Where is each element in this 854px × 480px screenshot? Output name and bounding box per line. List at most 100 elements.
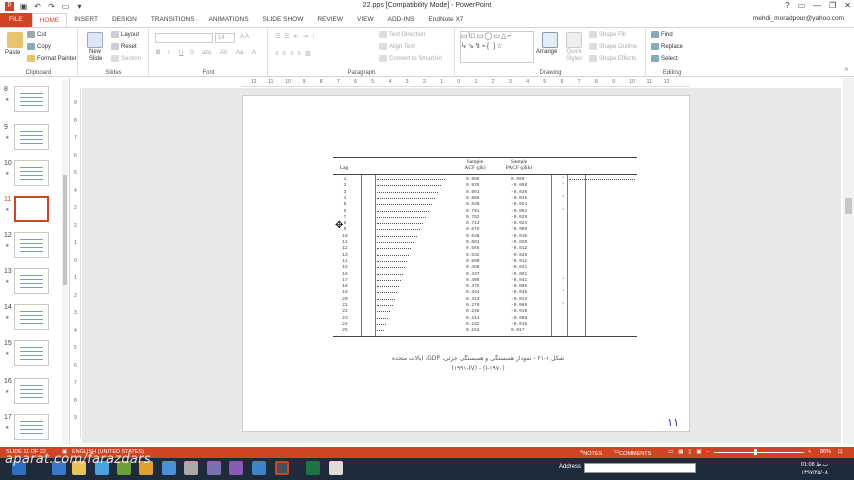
tab-home[interactable]: HOME <box>31 13 68 27</box>
minimize-button[interactable]: — <box>813 0 821 12</box>
tab-file[interactable]: FILE <box>0 13 32 27</box>
new-slide-icon[interactable] <box>87 32 103 48</box>
app-icon-4[interactable] <box>162 461 176 475</box>
tab-view[interactable]: VIEW <box>350 13 381 27</box>
slide-thumbnail-image[interactable] <box>14 304 49 330</box>
acf-pacf-figure[interactable]: Lag Sample ACF (ρ̂k) Sample PACF (ρ̂kk) … <box>333 157 637 337</box>
tab-add-ins[interactable]: ADD-INS <box>381 13 422 27</box>
italic-button[interactable]: I <box>168 50 170 56</box>
align-buttons[interactable]: ≡≡≡≡▥ <box>275 50 315 57</box>
app-icon-5[interactable] <box>184 461 198 475</box>
zoom-out-button[interactable]: − <box>706 449 709 455</box>
tab-slide-show[interactable]: SLIDE SHOW <box>256 13 311 27</box>
slide-thumbnail-image[interactable] <box>14 414 49 440</box>
shape-effects-button[interactable]: Shape Effects <box>589 55 636 62</box>
slide-thumbnail-image[interactable] <box>14 378 49 404</box>
slide-thumbnail[interactable]: 12 ★ <box>0 232 69 264</box>
find-button[interactable]: Find <box>651 31 673 38</box>
zoom-level[interactable]: 86% <box>820 449 831 455</box>
slide-thumbnail[interactable]: 8 ★ <box>0 86 69 118</box>
slide-thumbnail[interactable]: 9 ★ <box>0 124 69 156</box>
slide-thumbnail-image[interactable] <box>14 86 49 112</box>
slide-thumbnail-image[interactable] <box>14 196 49 222</box>
canvas-scroll-thumb[interactable] <box>845 198 852 214</box>
shadow-button[interactable]: S <box>190 50 194 56</box>
slide-thumbnail[interactable]: 16 ★ <box>0 378 69 410</box>
tab-insert[interactable]: INSERT <box>67 13 105 27</box>
select-button[interactable]: Select <box>651 55 678 62</box>
underline-button[interactable]: U <box>179 50 183 56</box>
align-text-button[interactable]: Align Text <box>379 43 415 50</box>
paste-button[interactable]: Paste <box>5 50 20 56</box>
view-buttons[interactable]: ▭▦▯▣ <box>668 449 707 455</box>
slide-thumbnail-image[interactable] <box>14 124 49 150</box>
quick-styles-icon[interactable] <box>566 32 582 48</box>
slide-thumbnail[interactable]: 17 ★ <box>0 414 69 444</box>
tab-endnote[interactable]: EndNote X7 <box>421 13 470 27</box>
tab-animations[interactable]: ANIMATIONS <box>202 13 256 27</box>
thumbnail-scrollbar[interactable] <box>62 80 68 444</box>
slide-thumbnail-image[interactable] <box>14 268 49 294</box>
copy-button[interactable]: Copy <box>27 43 51 50</box>
cut-button[interactable]: Cut <box>27 31 46 38</box>
address-input[interactable] <box>584 463 696 473</box>
layout-button[interactable]: Layout <box>111 31 139 38</box>
text-direction-button[interactable]: Text Direction <box>379 31 425 38</box>
fit-to-window-icon[interactable]: ⊡ <box>838 449 843 455</box>
zoom-slider-thumb[interactable] <box>754 449 757 455</box>
new-slide-button[interactable]: New Slide <box>89 49 109 63</box>
char-spacing-button[interactable]: AV <box>220 50 228 56</box>
section-button[interactable]: Section <box>111 55 141 62</box>
slide-thumbnail[interactable]: 15 ★ <box>0 340 69 372</box>
grow-font-icon[interactable]: A A <box>240 34 249 40</box>
app-icon-7[interactable] <box>329 461 343 475</box>
powerpoint-taskbar-icon[interactable] <box>275 461 289 475</box>
font-size-box[interactable]: 14 <box>215 33 235 43</box>
convert-smartart-button[interactable]: Convert to SmartArt <box>379 55 442 62</box>
paste-icon[interactable] <box>7 32 23 48</box>
slide-thumbnail[interactable]: 11 ★ <box>0 196 69 228</box>
notes-button[interactable]: ≡ NOTES <box>580 449 602 457</box>
visual-studio-icon[interactable] <box>229 461 243 475</box>
app-icon-6[interactable] <box>207 461 221 475</box>
bold-button[interactable]: B <box>156 50 160 56</box>
tab-design[interactable]: DESIGN <box>105 13 144 27</box>
ribbon-display-icon[interactable]: ▭ <box>798 0 806 12</box>
slide[interactable]: Lag Sample ACF (ρ̂k) Sample PACF (ρ̂kk) … <box>242 95 690 432</box>
collapse-ribbon-icon[interactable]: ^ <box>845 68 848 75</box>
font-color-button[interactable]: A <box>252 50 256 56</box>
slide-thumbnail-image[interactable] <box>14 232 49 258</box>
arrange-icon[interactable] <box>542 32 558 48</box>
thumbnail-scroll-thumb[interactable] <box>63 175 67 285</box>
help-button[interactable]: ? <box>785 0 789 12</box>
tab-transitions[interactable]: TRANSITIONS <box>144 13 202 27</box>
change-case-button[interactable]: Aa <box>236 50 243 56</box>
format-painter-button[interactable]: Format Painter <box>27 55 77 62</box>
font-name-box[interactable] <box>155 33 213 43</box>
shape-fill-button[interactable]: Shape Fill <box>589 31 626 38</box>
slide-thumbnail[interactable]: 13 ★ <box>0 268 69 300</box>
edge-icon[interactable] <box>252 461 266 475</box>
shape-outline-button[interactable]: Shape Outline <box>589 43 637 50</box>
restore-button[interactable]: ❐ <box>829 0 836 12</box>
slide-thumbnail-image[interactable] <box>14 160 49 186</box>
quick-styles-button[interactable]: Quick Styles <box>562 49 586 63</box>
comments-button[interactable]: ▭ COMMENTS <box>614 449 651 457</box>
list-buttons[interactable]: ☰☰⇤⇥↕ <box>275 33 319 40</box>
slide-thumbnail-image[interactable] <box>14 340 49 366</box>
system-clock[interactable]: 01:08 ب.ظ ۱۳۹۷/۲۵/۰۸ <box>801 461 828 477</box>
arrange-button[interactable]: Arrange <box>536 49 557 55</box>
slide-thumbnail[interactable]: 10 ★ <box>0 160 69 192</box>
excel-taskbar-icon[interactable] <box>306 461 320 475</box>
close-button[interactable]: ✕ <box>844 0 851 12</box>
reset-button[interactable]: Reset <box>111 43 137 50</box>
strikethrough-button[interactable]: abc <box>202 50 212 56</box>
shapes-gallery[interactable]: ▭\⃞▭◯▭△⌐ ↳⇘↯⌁{ }☆ <box>460 31 534 63</box>
account-name[interactable]: mehdi_moradpour@yahoo.com <box>753 15 844 22</box>
replace-button[interactable]: Replace <box>651 43 683 50</box>
zoom-slider[interactable] <box>714 452 804 453</box>
zoom-in-button[interactable]: + <box>808 449 811 455</box>
canvas-scrollbar[interactable] <box>843 78 854 444</box>
tab-review[interactable]: REVIEW <box>310 13 350 27</box>
slide-thumbnail[interactable]: 14 ★ <box>0 304 69 336</box>
